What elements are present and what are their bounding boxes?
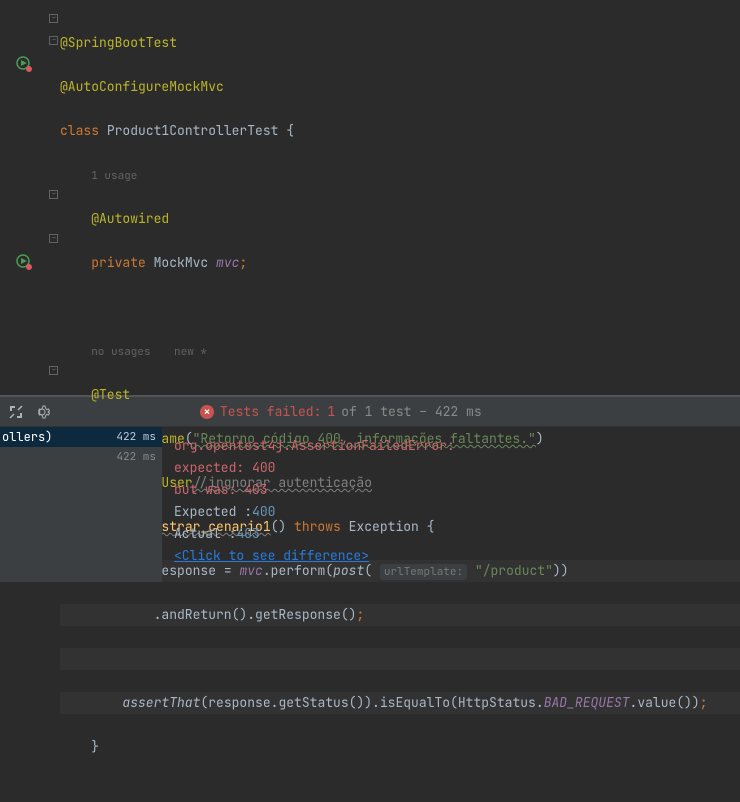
diff-link[interactable]: <Click to see difference> <box>174 547 369 564</box>
error-class: org.opentest4j.AssertionFailedError: <box>174 437 455 454</box>
annotation: @Autowired <box>91 210 169 227</box>
class-name: Product1ControllerTest <box>107 122 279 139</box>
fold-marker[interactable] <box>49 190 58 199</box>
tree-row-selected[interactable]: ollers) 422 ms <box>0 427 162 447</box>
inlay-hint: 1 usage <box>91 169 137 183</box>
method-call: value <box>637 694 676 711</box>
tree-time: 422 ms <box>116 450 156 464</box>
console-output[interactable]: org.opentest4j.AssertionFailedError: exp… <box>162 427 740 582</box>
inlay-hint: new * <box>174 345 207 359</box>
fold-marker[interactable] <box>49 234 58 243</box>
code-editor[interactable]: @SpringBootTest @AutoConfigureMockMvc cl… <box>0 0 740 395</box>
annotation: @Test <box>91 386 130 403</box>
field: mvc <box>216 254 239 271</box>
inlay-hint: no usages <box>91 345 150 359</box>
actual-value: 403 <box>236 525 259 542</box>
fold-marker[interactable] <box>49 14 58 23</box>
error-actual-label: but was: <box>174 481 244 498</box>
expected-label: Expected : <box>174 503 252 520</box>
method-call: isEqualTo <box>380 694 450 711</box>
run-test-class-icon[interactable] <box>16 56 30 70</box>
fold-marker[interactable] <box>49 36 58 45</box>
method-call: andReturn <box>161 606 231 623</box>
tree-row[interactable]: 422 ms <box>0 447 162 467</box>
error-actual-val: 403 <box>244 481 267 498</box>
type: HttpStatus <box>458 694 536 711</box>
error-expected-label: expected: <box>174 459 252 476</box>
method-call: getStatus <box>278 694 348 711</box>
annotation: @SpringBootTest <box>60 34 177 51</box>
keyword: private <box>91 254 146 271</box>
keyword: class <box>60 122 99 139</box>
method-call: getResponse <box>255 606 341 623</box>
expected-value: 400 <box>252 503 275 520</box>
expand-icon[interactable] <box>8 404 24 420</box>
test-summary: of 1 test – 422 ms <box>341 403 481 420</box>
method-call: assertThat <box>122 694 200 711</box>
code-area[interactable]: @SpringBootTest @AutoConfigureMockMvc cl… <box>60 0 740 395</box>
fold-marker[interactable] <box>49 366 58 375</box>
fail-count: 1 <box>327 403 335 420</box>
gear-icon[interactable] <box>34 404 50 420</box>
fail-icon: ✕ <box>200 405 214 419</box>
tree-label: ollers) <box>2 429 52 445</box>
test-tree[interactable]: ollers) 422 ms 422 ms <box>0 427 162 582</box>
editor-gutter <box>0 0 60 395</box>
actual-label: Actual : <box>174 525 236 542</box>
error-expected-val: 400 <box>252 459 275 476</box>
fail-label: Tests failed: <box>220 403 321 420</box>
test-status: ✕ Tests failed: 1 of 1 test – 422 ms <box>200 403 482 420</box>
tree-time: 422 ms <box>116 430 156 444</box>
test-results-panel: ollers) 422 ms 422 ms org.opentest4j.Ass… <box>0 427 740 582</box>
annotation: @AutoConfigureMockMvc <box>60 78 224 95</box>
enum-constant: BAD_REQUEST <box>544 694 630 711</box>
run-test-method-icon[interactable] <box>16 254 30 268</box>
type: MockMvc <box>154 254 209 271</box>
